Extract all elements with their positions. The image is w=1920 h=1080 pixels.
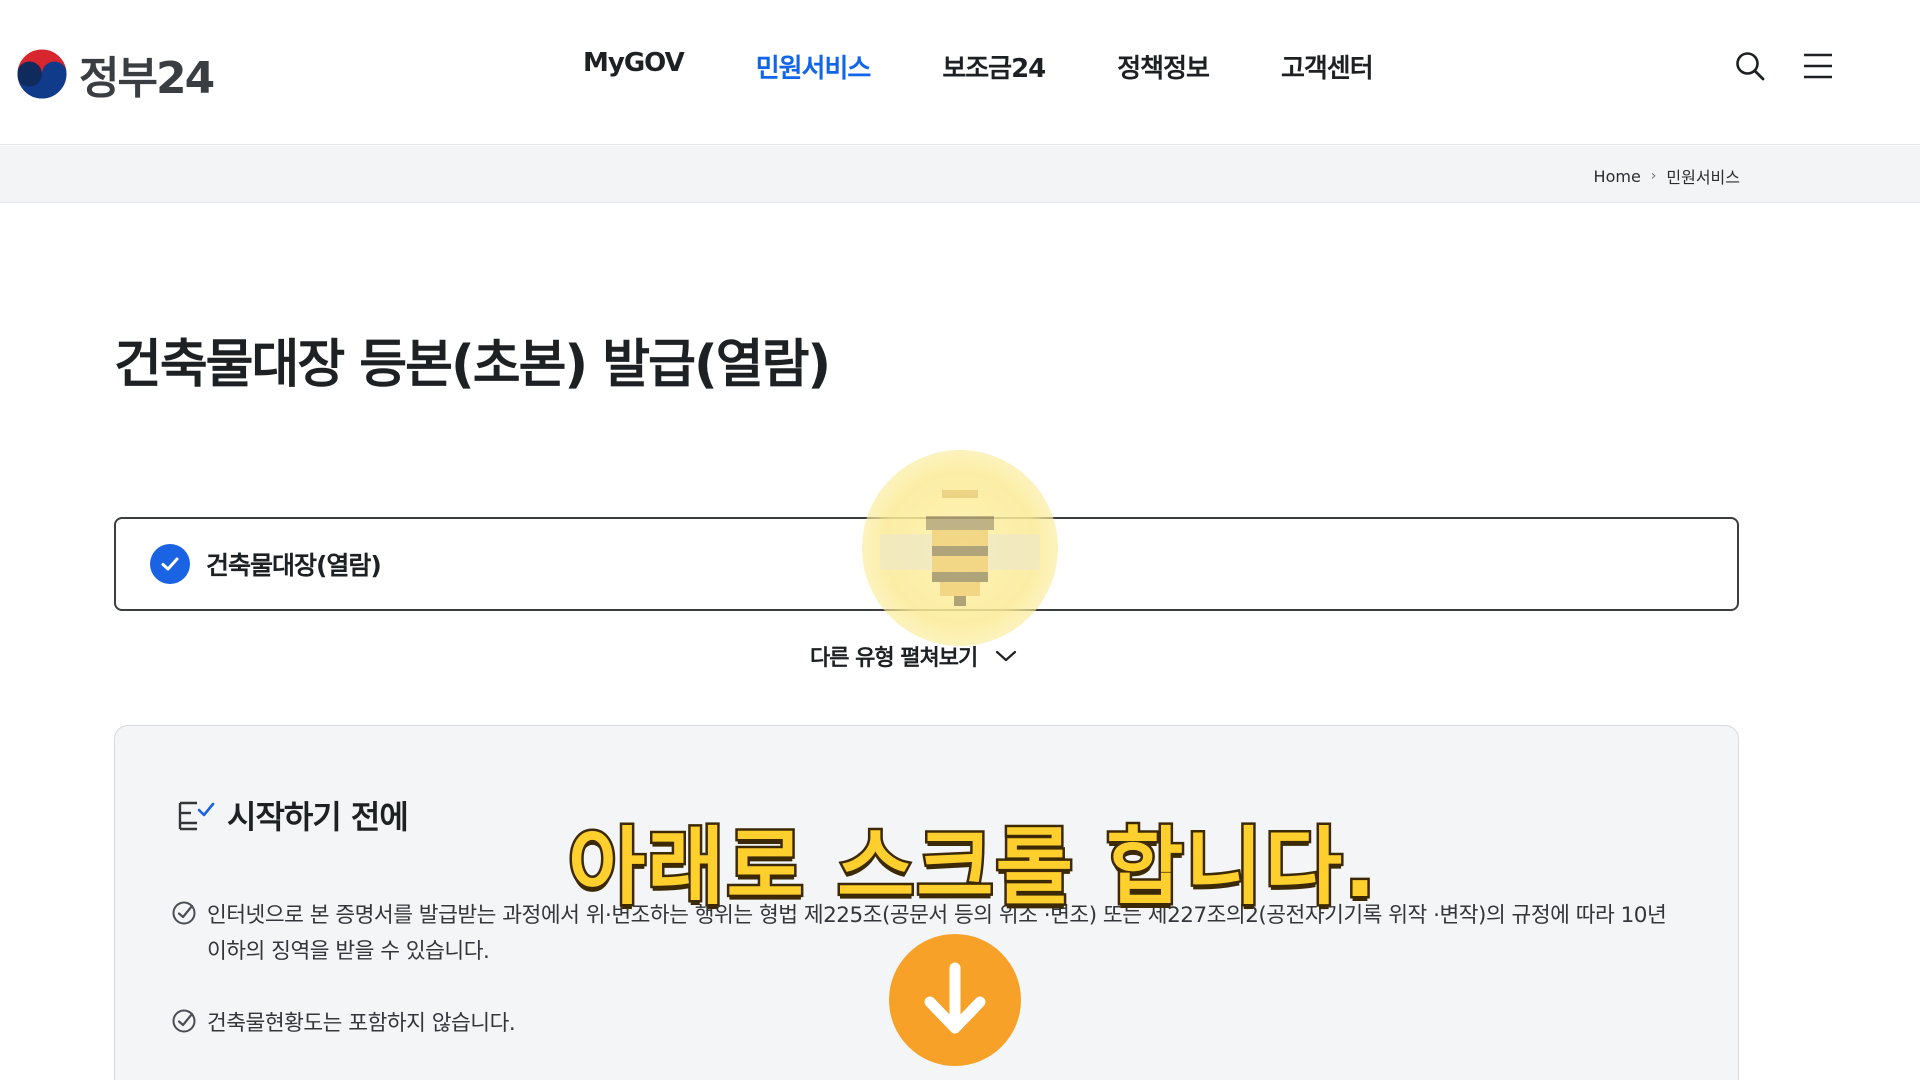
before-start-header: 시작하기 전에 [177,792,409,838]
breadcrumb: Home › 민원서비스 [1594,164,1740,188]
nav-item-mygov[interactable]: MyGOV [583,48,685,85]
scroll-down-button[interactable] [889,934,1021,1066]
taegeuk-logo-icon [16,48,68,100]
breadcrumb-home[interactable]: Home [1594,167,1641,186]
before-start-title: 시작하기 전에 [227,798,409,836]
search-button[interactable] [1730,46,1770,86]
menu-button[interactable] [1798,46,1838,86]
chevron-right-icon: › [1650,168,1657,184]
menu-icon [1804,53,1832,79]
gov24-logo[interactable]: 정부24 [15,42,215,106]
main-nav: MyGOV 민원서비스 보조금24 정책정보 고객센터 [583,48,1445,85]
arrow-down-icon [924,962,986,1034]
check-circle-icon [172,901,196,925]
nav-item-subsidy24[interactable]: 보조금24 [942,48,1046,85]
site-header: 정부24 MyGOV 민원서비스 보조금24 정책정보 고객센터 [0,0,1920,145]
check-icon [150,544,190,584]
nav-item-policy-info[interactable]: 정책정보 [1117,48,1210,85]
bee-icon [880,490,1040,606]
selected-type-label: 건축물대장(열람) [206,551,382,580]
nav-item-customer-center[interactable]: 고객센터 [1281,48,1374,85]
header-utilities [1702,46,1838,86]
nav-item-civil-service[interactable]: 민원서비스 [756,48,872,85]
breadcrumb-bar: Home › 민원서비스 [0,146,1920,203]
chevron-down-icon [996,650,1017,662]
bee-mascot-watermark [862,450,1058,646]
check-circle-icon [172,1009,196,1033]
logo-text: 정부24 [79,53,215,104]
page-title: 건축물대장 등본(초본) 발급(열람) [114,335,831,395]
search-icon [1736,52,1765,81]
notice-text: 건축물현황도는 포함하지 않습니다. [207,1011,516,1036]
checklist-icon [178,801,215,831]
breadcrumb-current[interactable]: 민원서비스 [1666,164,1740,188]
scroll-caption: 아래로 스크롤 합니다. [566,816,1379,919]
